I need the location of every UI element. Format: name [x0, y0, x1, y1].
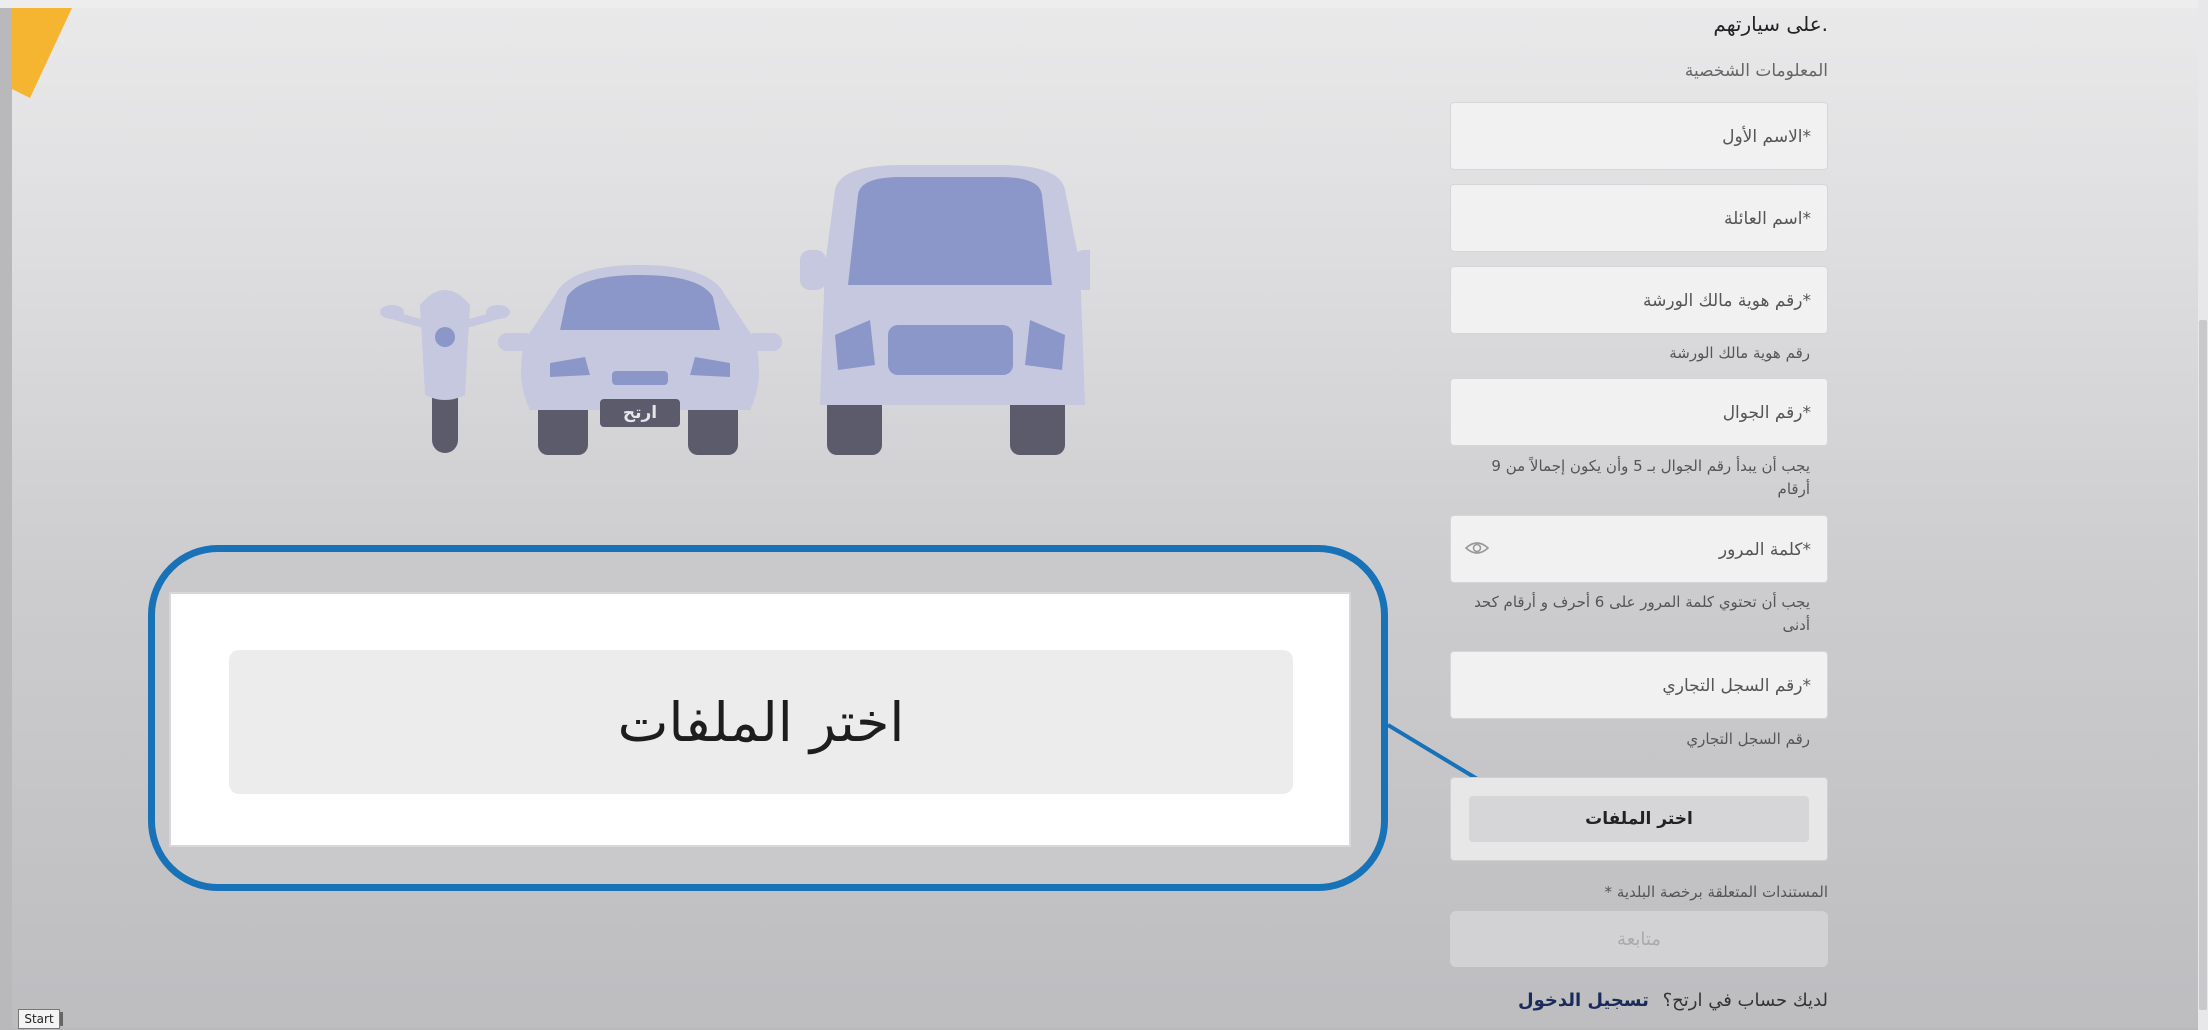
password-placeholder: كلمة المرور*	[1718, 540, 1811, 560]
zoom-callout: اختر الملفات	[148, 545, 1388, 891]
vehicles-illustration	[380, 165, 1090, 455]
commercial-registration-field[interactable]: رقم السجل التجاري*	[1450, 651, 1828, 719]
login-prompt-text: لديك حساب في ارتح؟	[1662, 990, 1828, 1011]
owner-id-field[interactable]: رقم هوية مالك الورشة*	[1450, 266, 1828, 334]
start-caret	[60, 1012, 63, 1026]
scooter-icon	[380, 290, 510, 453]
intro-heading-fragment: على سيارتهم.	[1713, 12, 1828, 36]
municipal-license-documents-label: المستندات المتعلقة برخصة البلدية *	[1604, 883, 1828, 901]
last-name-field[interactable]: اسم العائلة*	[1450, 184, 1828, 252]
zoom-choose-files-button: اختر الملفات	[229, 650, 1293, 794]
password-field[interactable]: كلمة المرور*	[1450, 515, 1828, 583]
mobile-hint: يجب أن يبدأ رقم الجوال بـ 5 وأن يكون إجم…	[1491, 455, 1810, 501]
mobile-hint-line1: يجب أن يبدأ رقم الجوال بـ 5 وأن يكون إجم…	[1491, 457, 1810, 475]
password-hint-line1: يجب أن تحتوي كلمة المرور على 6 أحرف و أر…	[1474, 593, 1810, 611]
commercial-registration-hint: رقم السجل التجاري	[1686, 730, 1810, 748]
owner-id-placeholder: رقم هوية مالك الورشة*	[1643, 291, 1811, 311]
car-icon	[498, 265, 782, 455]
first-name-field[interactable]: الاسم الأول*	[1450, 102, 1828, 170]
mobile-placeholder: رقم الجوال*	[1722, 403, 1811, 423]
van-icon	[800, 165, 1090, 455]
login-prompt-row: لديك حساب في ارتح؟ تسجيل الدخول	[1518, 990, 1828, 1011]
section-label-personal-info: المعلومات الشخصية	[1684, 61, 1828, 81]
mobile-hint-line2: أرقام	[1777, 480, 1810, 498]
password-hint: يجب أن تحتوي كلمة المرور على 6 أحرف و أر…	[1474, 591, 1810, 637]
mobile-field[interactable]: رقم الجوال*	[1450, 378, 1828, 446]
top-edge	[0, 0, 2208, 8]
scrollbar[interactable]	[2198, 0, 2208, 1030]
owner-id-hint: رقم هوية مالك الورشة	[1669, 344, 1810, 362]
password-hint-line2: أدنى	[1782, 616, 1810, 634]
scrollbar-thumb[interactable]	[2199, 320, 2207, 1010]
first-name-placeholder: الاسم الأول*	[1722, 127, 1811, 147]
last-name-placeholder: اسم العائلة*	[1724, 209, 1811, 229]
start-button[interactable]: Start	[18, 1009, 60, 1029]
continue-button[interactable]: متابعة	[1450, 911, 1828, 967]
file-upload-box: اختر الملفات	[1450, 777, 1828, 861]
show-password-eye-icon[interactable]	[1465, 540, 1489, 556]
zoom-callout-panel: اختر الملفات	[169, 592, 1351, 847]
login-link[interactable]: تسجيل الدخول	[1518, 990, 1649, 1011]
choose-files-button[interactable]: اختر الملفات	[1469, 796, 1809, 842]
license-plate-text: ارتح	[622, 403, 658, 423]
commercial-registration-placeholder: رقم السجل التجاري*	[1662, 676, 1811, 696]
